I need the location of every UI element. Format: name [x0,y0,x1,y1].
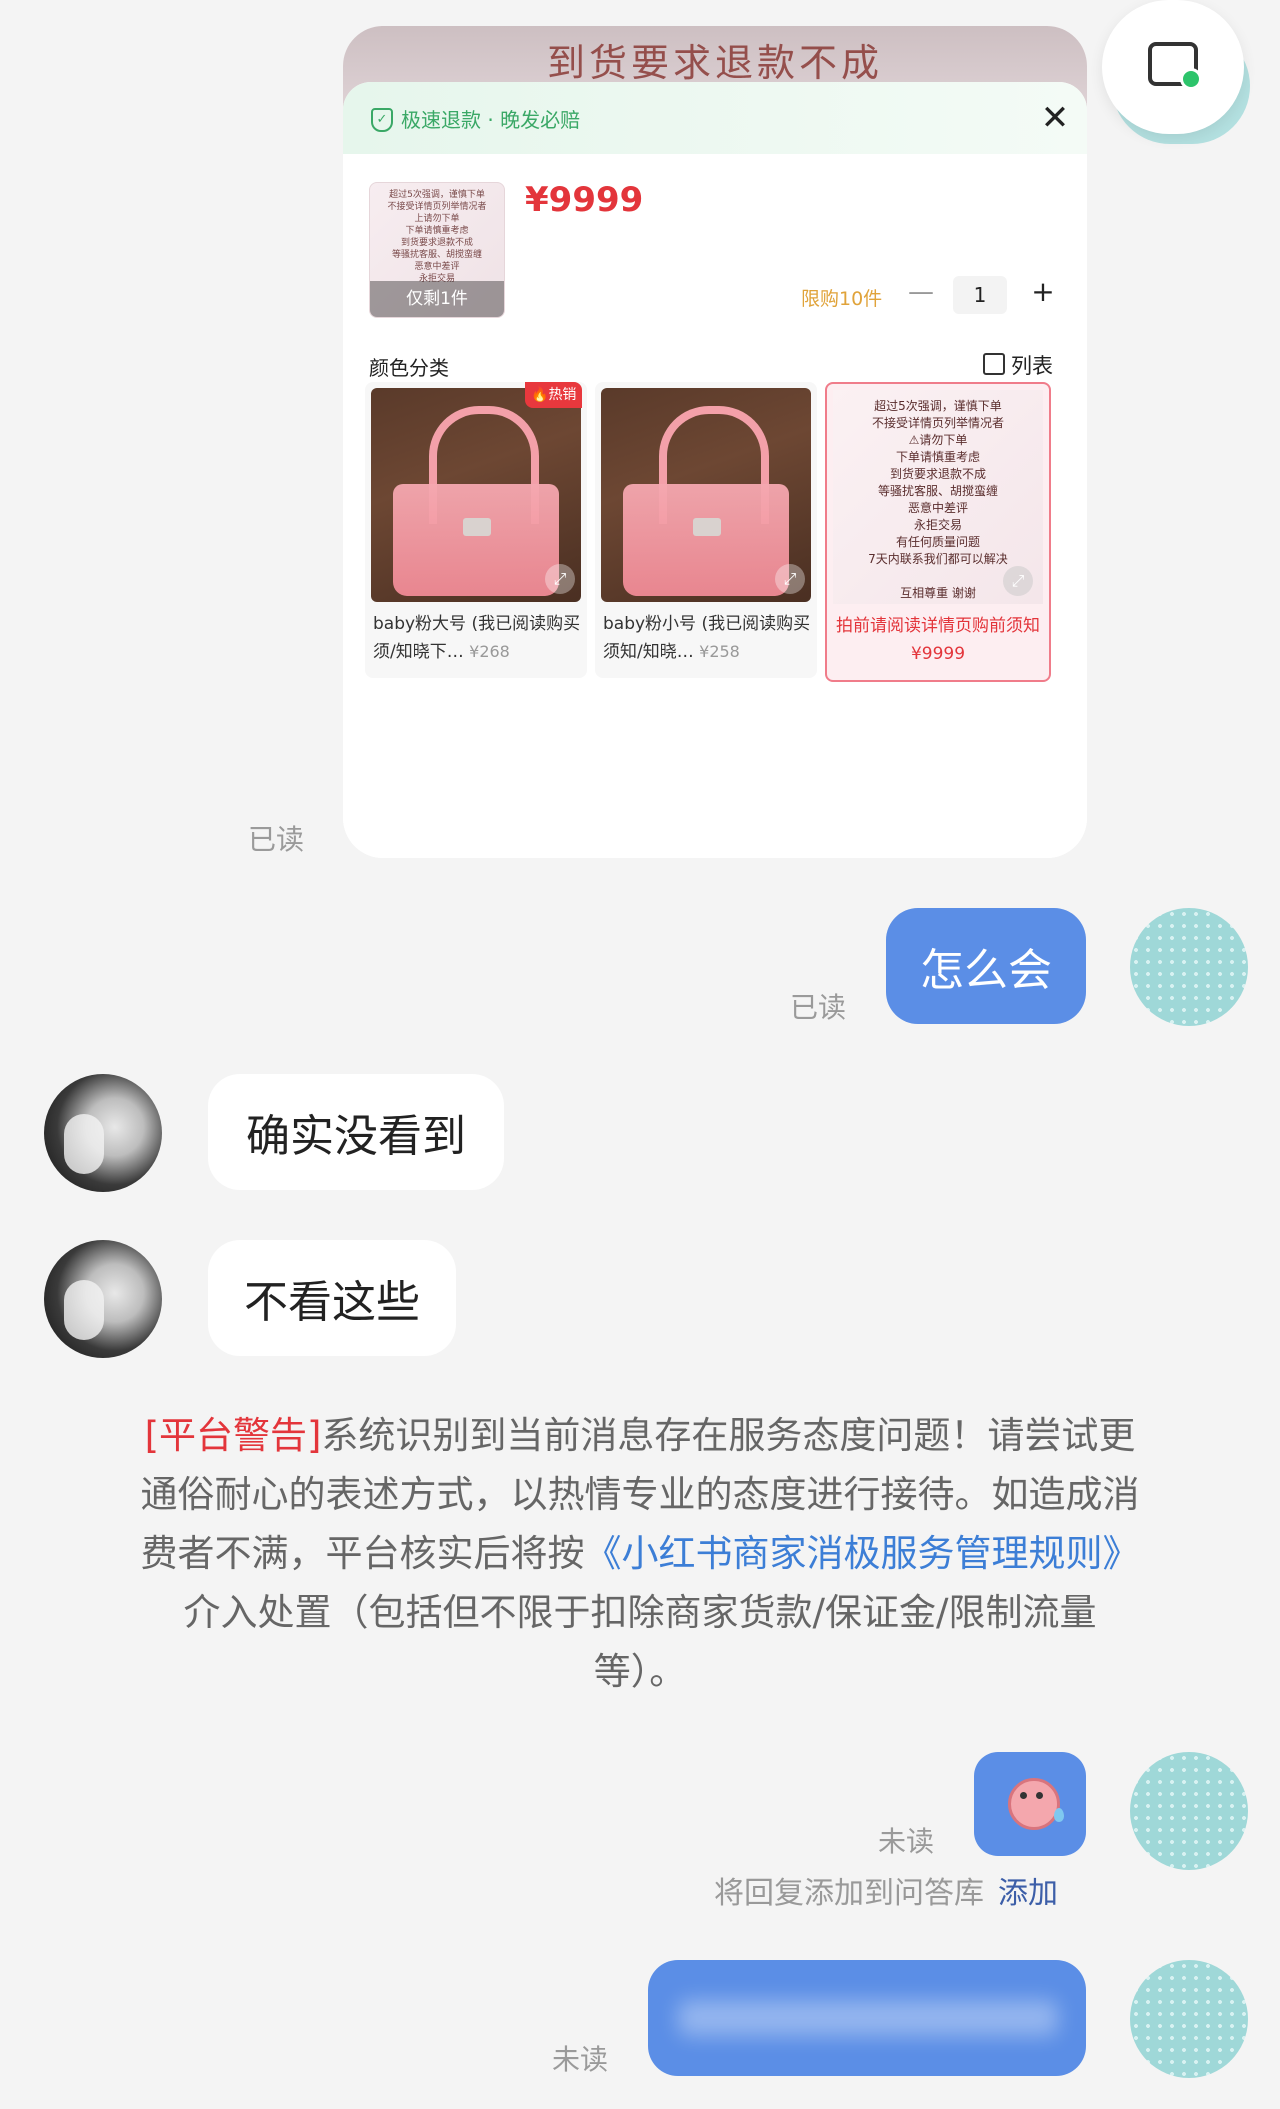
sku-option[interactable]: ⤢ 🔥热销 baby粉大号 (我已阅读购买须/知晓下… ¥268 [365,382,587,678]
sticker-eye [1036,1792,1043,1799]
online-status-dot [1180,68,1202,90]
sku-selector-sheet: ✓ 极速退款 · 晚发必赔 ✕ 超过5次强调，谨慎下单 不接受详情页列举情况者 … [343,82,1087,858]
read-status: 已读 [790,991,847,1024]
pink-bag-image: ⤢ [601,388,811,602]
customer-avatar[interactable] [44,1240,162,1358]
unread-status: 未读 [878,1825,935,1858]
product-card[interactable]: 到货要求退款不成 ✓ 极速退款 · 晚发必赔 ✕ 超过5次强调，谨慎下单 不接受… [343,26,1087,858]
product-thumbnail[interactable]: 超过5次强调，谨慎下单 不接受详情页列举情况者 上请勿下单 下单请慎重考虑 到货… [369,182,505,318]
message-text: 怎么会 [920,945,1052,996]
list-view-toggle[interactable]: 列表 [983,350,1053,380]
quantity-field[interactable]: 1 [953,276,1007,314]
sticker-sweat-drop [1054,1808,1064,1822]
message-bubble-incoming[interactable]: 不看这些 [208,1240,456,1356]
read-status: 已读 [248,823,305,856]
sku-option-name: baby粉大号 (我已阅读购买须/知晓下… ¥268 [373,614,581,662]
bag-body [623,484,789,596]
sku-option-selected[interactable]: 超过5次强调，谨慎下单 不接受详情页列举情况者 ⚠请勿下单 下单请慎重考虑 到货… [825,382,1051,682]
message-bubble-incoming[interactable]: 确实没看到 [208,1074,504,1190]
warning-tag: [平台警告] [144,1414,322,1457]
expand-icon[interactable]: ⤢ [545,564,575,594]
sticker-eye [1020,1792,1027,1799]
sku-option-name: 拍前请阅读详情页购前须知 ¥9999 [836,616,1040,664]
blurred-text [678,2000,1058,2036]
pink-bag-image: ⤢ [371,388,581,602]
product-price: ¥9999 [525,180,644,220]
shield-check-icon: ✓ [371,108,393,132]
close-icon[interactable]: ✕ [1033,96,1077,140]
expand-icon[interactable]: ⤢ [775,564,805,594]
rules-link[interactable]: 《小红书商家消极服务管理规则》 [585,1532,1140,1575]
card-background-text: 到货要求退款不成 [546,41,883,85]
platform-warning: [平台警告]系统识别到当前消息存在服务态度问题！请尝试更通俗耐心的表述方式，以热… [140,1406,1140,1701]
expand-icon[interactable]: ⤢ [1003,566,1033,596]
purchase-limit: 限购10件 [801,288,883,310]
add-to-faq-row: 将回复添加到问答库 添加 [714,1868,1058,1912]
message-bubble-outgoing[interactable]: 怎么会 [886,908,1086,1024]
bag-clasp [693,518,721,536]
list-icon [983,353,1005,375]
thumbnail-text: 超过5次强调，谨慎下单 不接受详情页列举情况者 上请勿下单 下单请慎重考虑 到货… [387,190,487,284]
stock-label: 仅剩1件 [370,281,504,317]
hot-sale-badge: 🔥热销 [525,382,583,408]
sku-option-name: baby粉小号 (我已阅读购买须知/知晓… ¥258 [603,614,811,662]
sku-option-price: ¥258 [699,642,740,661]
sku-option-price: ¥268 [469,642,510,661]
add-to-faq-button[interactable]: 添加 [998,1876,1058,1911]
bag-body [393,484,559,596]
merchant-avatar[interactable] [1130,908,1248,1026]
warning-text-2: 介入处置（包括但不限于扣除商家货款/保证金/限制流量等）。 [183,1591,1097,1693]
sku-option[interactable]: ⤢ baby粉小号 (我已阅读购买须知/知晓… ¥258 [595,382,817,678]
blurred-message-bubble[interactable] [648,1960,1086,2076]
message-text: 确实没看到 [246,1111,466,1162]
notice-image: 超过5次强调，谨慎下单 不接受详情页列举情况者 ⚠请勿下单 下单请慎重考虑 到货… [833,390,1043,604]
color-category-label: 颜色分类 [369,356,449,380]
peach-sticker-icon [1008,1778,1060,1830]
unread-status: 未读 [552,2043,609,2076]
quantity-increase-button[interactable]: + [1025,272,1061,312]
customer-avatar[interactable] [44,1074,162,1192]
merchant-avatar[interactable] [1130,1752,1248,1870]
guarantee-text: 极速退款 · 晚发必赔 [401,108,581,132]
bag-clasp [463,518,491,536]
add-to-faq-text: 将回复添加到问答库 [714,1876,984,1911]
message-text: 不看这些 [244,1277,420,1328]
quantity-decrease-button[interactable]: — [903,272,939,312]
merchant-avatar[interactable] [1130,1960,1248,2078]
